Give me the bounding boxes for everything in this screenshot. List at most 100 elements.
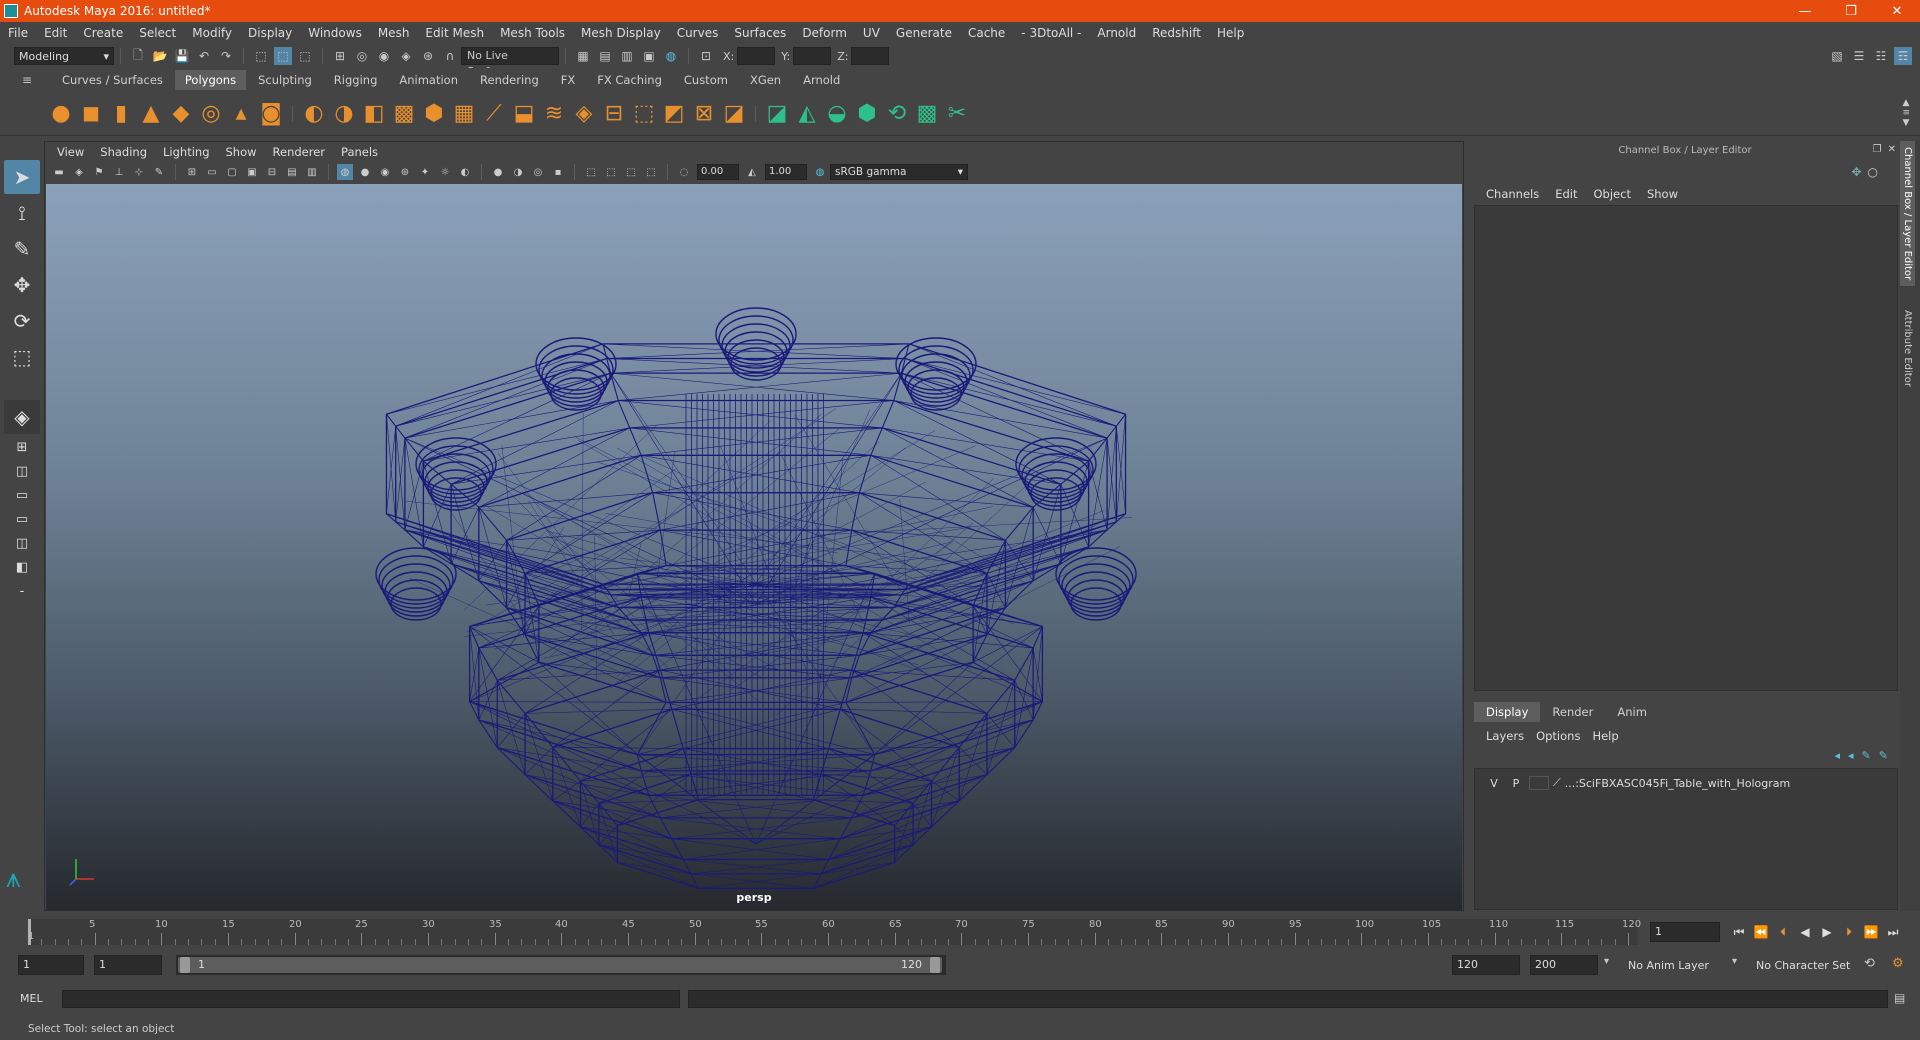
persp-uv-layout-icon[interactable]: ◫ <box>4 532 40 554</box>
four-view-layout-icon[interactable]: ⊞ <box>4 436 40 458</box>
multi-cut-icon[interactable]: ⟋ <box>479 98 509 130</box>
step-forward-key-icon[interactable]: ⏵ <box>1838 922 1860 942</box>
chevron-down-icon[interactable]: ▾ <box>1732 956 1737 967</box>
shelf-scroll-down-icon[interactable]: ▼ <box>1902 118 1910 128</box>
menu-file[interactable]: File <box>0 22 36 44</box>
shelf-tab-arnold[interactable]: Arnold <box>793 70 850 90</box>
command-input[interactable] <box>62 990 680 1008</box>
step-back-key-icon[interactable]: ⏴ <box>1772 922 1794 942</box>
offset-edge-loop-icon[interactable]: ⬚ <box>629 98 659 130</box>
checker-icon[interactable]: ▩ <box>912 98 942 130</box>
layer-playback-toggle[interactable]: P <box>1507 775 1525 791</box>
render-view-icon[interactable]: ▣ <box>640 47 658 65</box>
camera-attributes-icon[interactable]: ◈ <box>71 164 87 180</box>
undo-icon[interactable]: ↶ <box>195 47 213 65</box>
xray-components-icon[interactable]: ⬚ <box>623 164 639 180</box>
viewport-menu-shading[interactable]: Shading <box>92 142 155 162</box>
image-plane-icon[interactable]: ⊥ <box>111 164 127 180</box>
field-chart-icon[interactable]: ⊟ <box>264 164 280 180</box>
cb-menu-object[interactable]: Object <box>1586 187 1639 201</box>
time-slider-track[interactable]: 1 5 10 15 20 25 30 35 40 45 50 55 60 65 70 75 80 85 90 95 1… <box>28 919 1638 945</box>
go-to-start-icon[interactable]: ⏮ <box>1728 922 1750 942</box>
isolate-select-icon[interactable]: ▪ <box>550 164 566 180</box>
new-scene-icon[interactable]: 🗋 <box>129 47 147 65</box>
shelf-tab-polygons[interactable]: Polygons <box>175 70 246 90</box>
viewport-menu-lighting[interactable]: Lighting <box>155 142 217 162</box>
color-management-icon[interactable]: ◍ <box>812 164 828 180</box>
range-slider-track[interactable]: 1 120 <box>176 955 946 975</box>
select-hierarchy-icon[interactable]: ⬚ <box>252 47 270 65</box>
automatic-uv-icon[interactable]: ⬢ <box>852 98 882 130</box>
new-layer-from-selection-icon[interactable]: ✎ <box>1879 749 1888 762</box>
poly-cube-icon[interactable]: ◼ <box>76 98 106 130</box>
textured-icon[interactable]: ⊛ <box>397 164 413 180</box>
smooth-icon[interactable]: ▩ <box>389 98 419 130</box>
lights-icon[interactable]: ✦ <box>417 164 433 180</box>
shelf-menu-icon[interactable]: ≡ <box>1902 108 1910 118</box>
magnet-icon[interactable]: ∩ <box>441 47 459 65</box>
boolean-icon[interactable]: ⬢ <box>419 98 449 130</box>
cb-menu-channels[interactable]: Channels <box>1478 187 1547 201</box>
cb-menu-show[interactable]: Show <box>1639 187 1686 201</box>
poly-torus-icon[interactable]: ◎ <box>196 98 226 130</box>
extract-icon[interactable]: ◧ <box>359 98 389 130</box>
menu-display[interactable]: Display <box>240 22 300 44</box>
wireframe-icon[interactable]: ◍ <box>337 164 353 180</box>
bridge-icon[interactable]: ≋ <box>539 98 569 130</box>
select-tool-icon[interactable]: ➤ <box>4 160 40 194</box>
x-field[interactable] <box>737 47 775 65</box>
modeling-toolkit-icon[interactable]: ▧ <box>1828 47 1846 65</box>
character-set-dropdown[interactable]: No Character Set <box>1750 955 1860 975</box>
chevron-down-icon[interactable]: ▾ <box>1604 956 1609 967</box>
gamma-field[interactable]: 1.00 <box>765 164 807 180</box>
menu-select[interactable]: Select <box>131 22 184 44</box>
close-panel-icon[interactable]: ✕ <box>1888 144 1896 155</box>
render-frame-icon[interactable]: ▤ <box>596 47 614 65</box>
menu-mesh-tools[interactable]: Mesh Tools <box>492 22 573 44</box>
menu-redshift[interactable]: Redshift <box>1144 22 1209 44</box>
cb-menu-edit[interactable]: Edit <box>1547 187 1585 201</box>
range-slider-handle[interactable]: 1 120 <box>178 957 942 973</box>
gamma-icon[interactable]: ◭ <box>744 164 760 180</box>
xray-icon[interactable]: ⬚ <box>583 164 599 180</box>
animation-start-field[interactable]: 1 <box>18 955 84 975</box>
open-scene-icon[interactable]: 📂 <box>151 47 169 65</box>
layer-row[interactable]: V P ⟋ ...:SciFBXASC045Fi_Table_with_Holo… <box>1475 773 1897 793</box>
snap-grid-icon[interactable]: ⊞ <box>331 47 349 65</box>
snap-point-icon[interactable]: ◉ <box>375 47 393 65</box>
cylindrical-uv-icon[interactable]: ◭ <box>792 98 822 130</box>
shelf-tab-xgen[interactable]: XGen <box>740 70 791 90</box>
smooth-shade-icon[interactable]: ● <box>357 164 373 180</box>
separate-icon[interactable]: ◑ <box>329 98 359 130</box>
menu-surfaces[interactable]: Surfaces <box>726 22 794 44</box>
restore-button[interactable]: ❐ <box>1828 0 1874 22</box>
poly-cylinder-icon[interactable]: ▮ <box>106 98 136 130</box>
shelf-tab-fx-caching[interactable]: FX Caching <box>587 70 672 90</box>
insert-edge-loop-icon[interactable]: ⊟ <box>599 98 629 130</box>
new-empty-layer-icon[interactable]: ✎ <box>1862 749 1871 762</box>
animation-end-field[interactable]: 200 <box>1530 955 1598 975</box>
poly-pyramid-icon[interactable]: ▴ <box>226 98 256 130</box>
layer-tab-anim[interactable]: Anim <box>1605 702 1659 722</box>
manipulator-icon[interactable]: ✥ <box>1851 165 1861 179</box>
hypershade-icon[interactable]: ◍ <box>662 47 680 65</box>
grid-icon[interactable]: ⊞ <box>184 164 200 180</box>
z-field[interactable] <box>851 47 889 65</box>
fill-hole-icon[interactable]: ⊠ <box>689 98 719 130</box>
combine-icon[interactable]: ◐ <box>299 98 329 130</box>
collapse-icon[interactable]: - <box>4 580 40 602</box>
move-tool-icon[interactable]: ✥ <box>4 268 40 302</box>
safe-title-icon[interactable]: ▥ <box>304 164 320 180</box>
command-language-label[interactable]: MEL <box>20 988 43 1010</box>
spherical-uv-icon[interactable]: ◒ <box>822 98 852 130</box>
shadows-icon[interactable]: ☼ <box>437 164 453 180</box>
menu-cache[interactable]: Cache <box>960 22 1013 44</box>
uv-editor-icon[interactable]: ⟲ <box>882 98 912 130</box>
resolution-gate-icon[interactable]: ▢ <box>224 164 240 180</box>
move-layer-up-icon[interactable]: ◂ <box>1835 749 1841 762</box>
ambient-occlusion-icon[interactable]: ◐ <box>457 164 473 180</box>
move-layer-down-icon[interactable]: ◂ <box>1848 749 1854 762</box>
persp-outliner-layout-icon[interactable]: ◧ <box>4 556 40 578</box>
close-button[interactable]: ✕ <box>1874 0 1920 22</box>
play-backward-icon[interactable]: ◀ <box>1794 922 1816 942</box>
